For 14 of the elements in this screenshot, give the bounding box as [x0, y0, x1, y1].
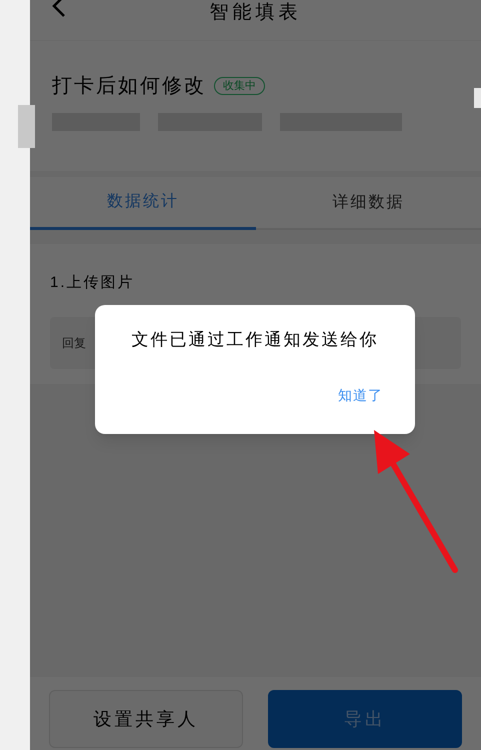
- question-title: 1.上传图片: [50, 273, 136, 293]
- reply-text: 回复: [62, 334, 86, 352]
- back-icon[interactable]: [52, 0, 66, 18]
- status-tag: 收集中: [214, 76, 265, 96]
- export-button[interactable]: 导出: [268, 690, 462, 748]
- side-handle: [18, 105, 35, 148]
- tab[interactable]: 详细数据: [256, 177, 481, 228]
- share-button[interactable]: 设置共享人: [49, 690, 243, 748]
- side-handle: [474, 88, 481, 108]
- dialog-message: 文件已通过工作通知发送给你: [130, 329, 380, 351]
- page-title: 智能填表: [210, 2, 302, 24]
- confirm-link[interactable]: 知道了: [338, 384, 383, 406]
- form-title: 打卡后如何修改: [52, 74, 206, 99]
- tab[interactable]: 数据统计: [30, 177, 256, 230]
